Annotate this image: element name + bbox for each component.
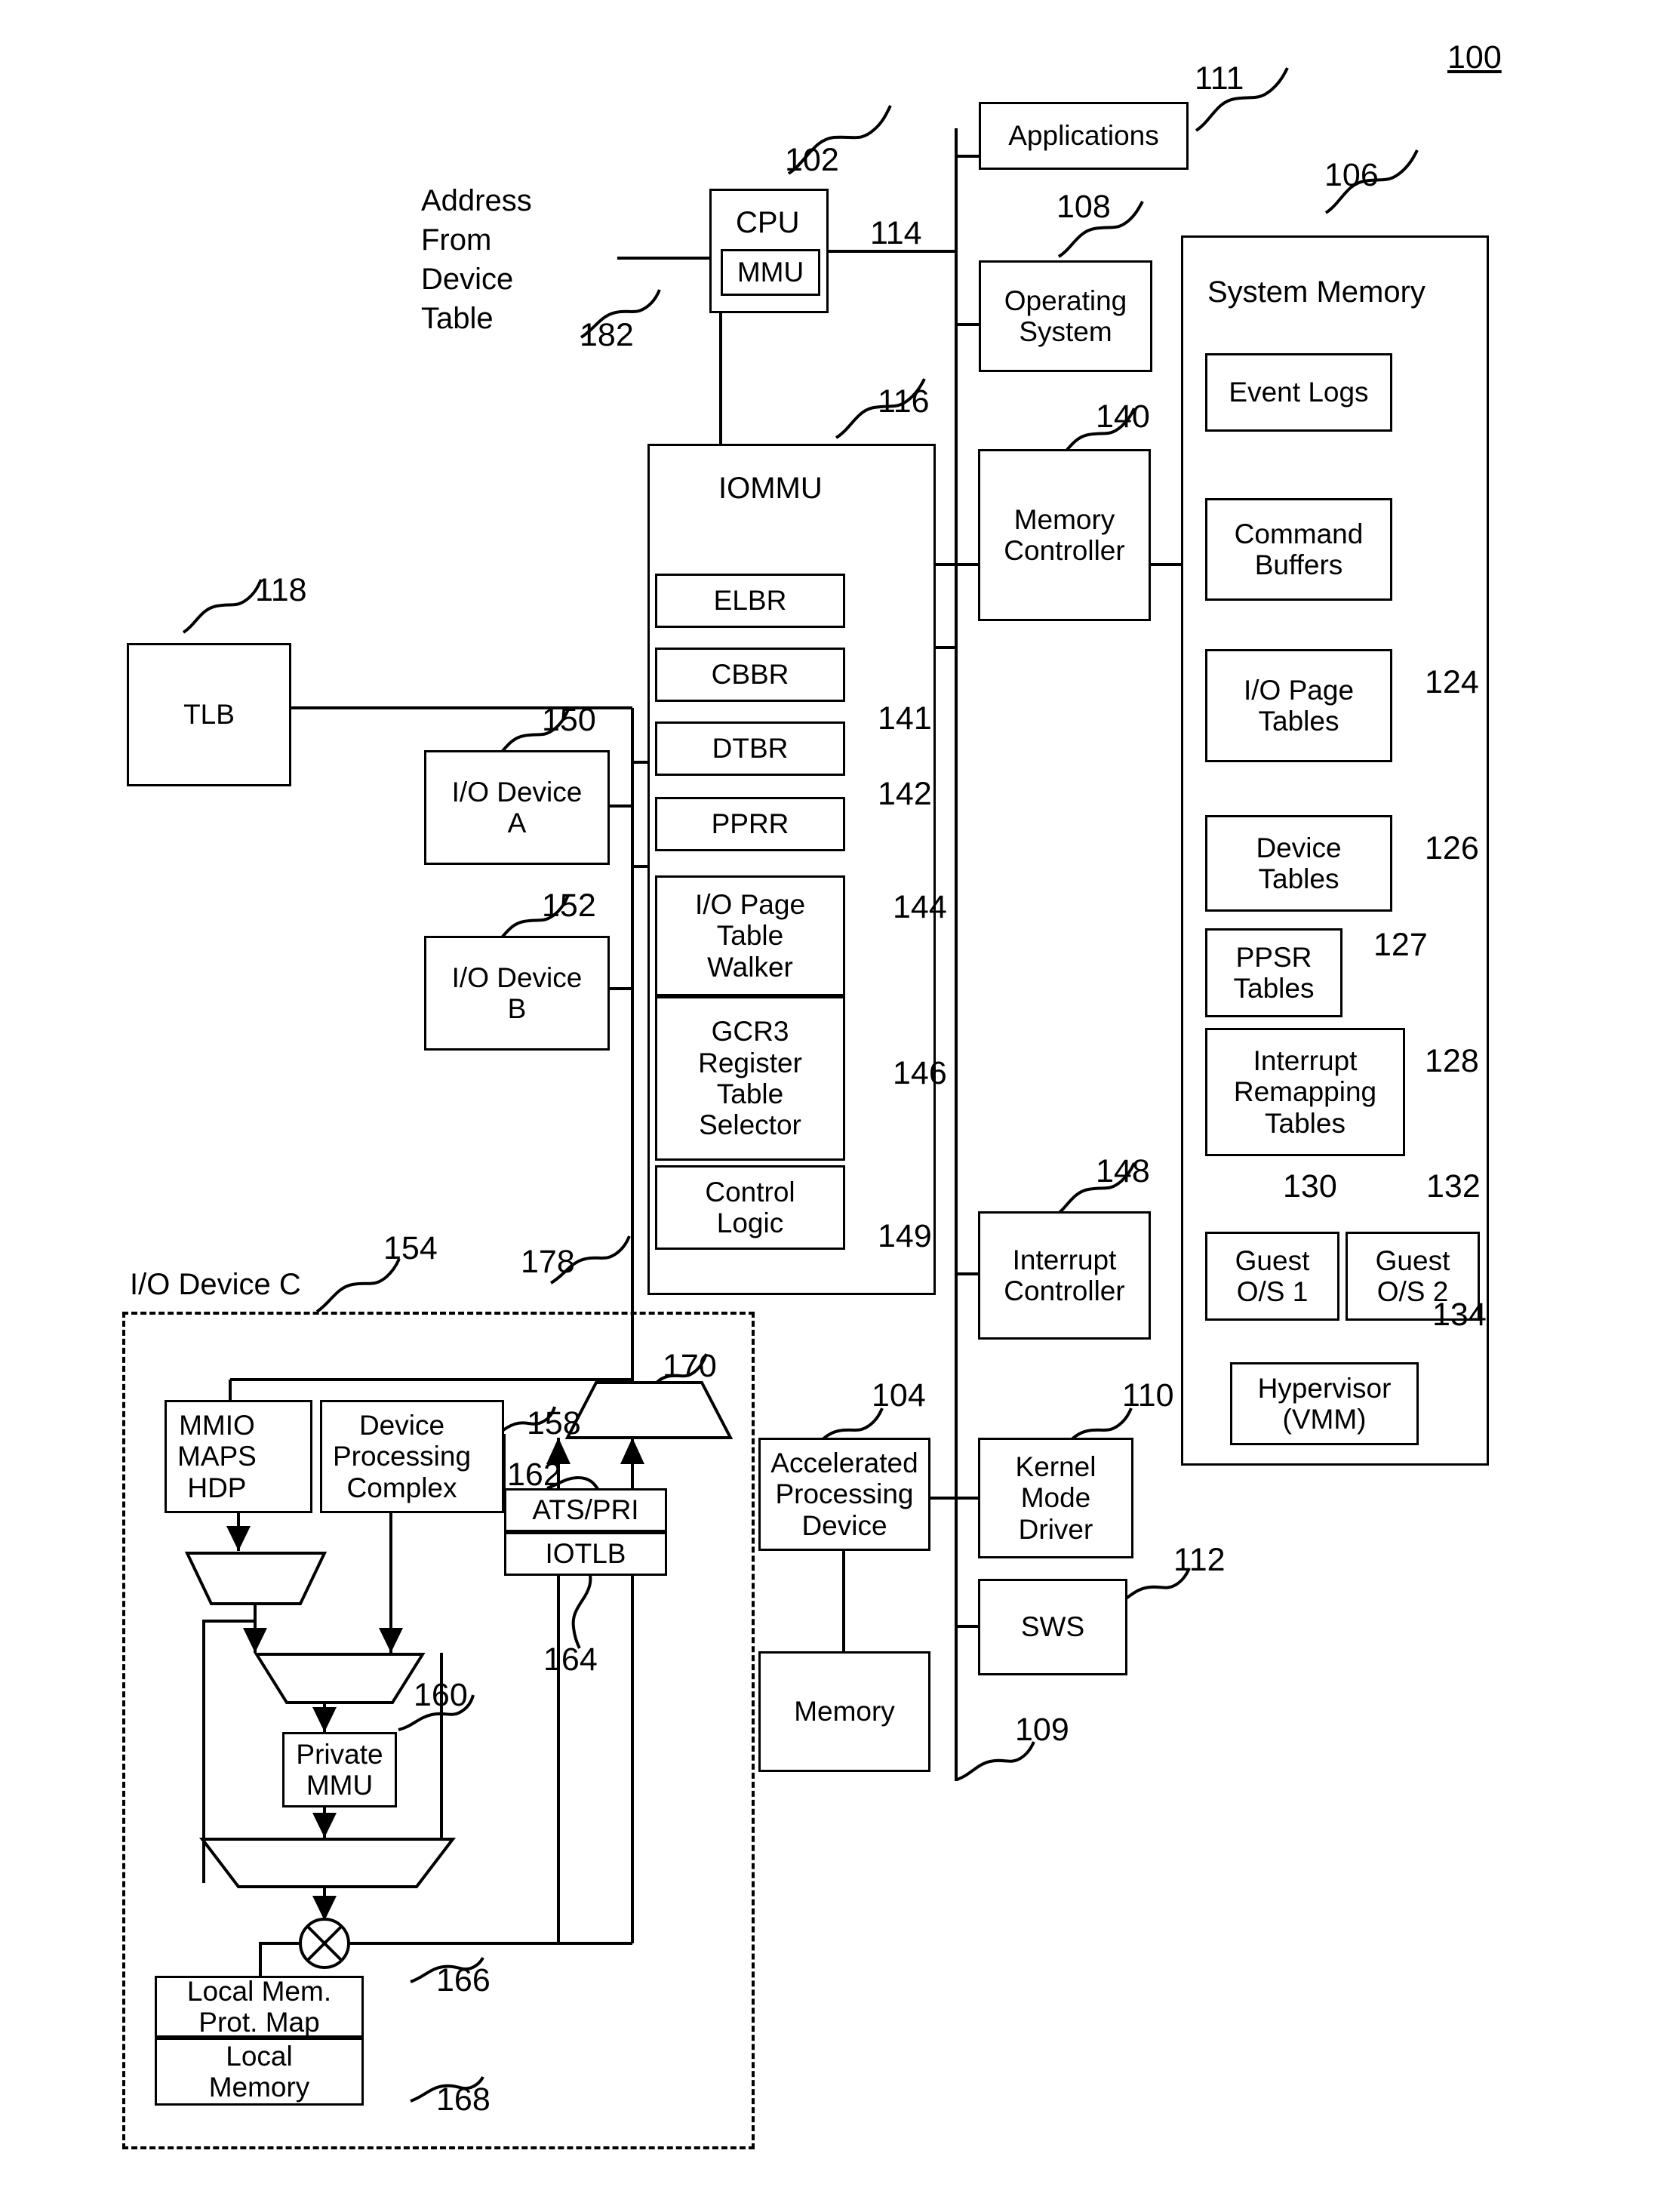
ref-102: 102 bbox=[785, 142, 839, 178]
ref-126: 126 bbox=[1425, 830, 1479, 866]
ref-168: 168 bbox=[436, 2081, 491, 2118]
ref-112: 112 bbox=[1173, 1542, 1226, 1578]
device-processing-complex-block[interactable]: Device Processing Complex bbox=[320, 1400, 504, 1513]
ats-pri-block[interactable]: ATS/PRI bbox=[504, 1488, 667, 1532]
ref-128: 128 bbox=[1425, 1043, 1479, 1079]
ref-164: 164 bbox=[543, 1641, 598, 1678]
kernel-mode-driver-block[interactable]: Kernel Mode Driver bbox=[978, 1438, 1133, 1558]
pprr-block[interactable]: PPRR bbox=[655, 797, 845, 851]
io-device-c-label: I/O Device C bbox=[130, 1268, 301, 1301]
local-mem-prot-map-block[interactable]: Local Mem. Prot. Map bbox=[155, 1976, 364, 2038]
figure-number: 100 bbox=[1447, 39, 1502, 75]
memory-controller-block[interactable]: Memory Controller bbox=[978, 449, 1151, 621]
ref-118: 118 bbox=[255, 572, 307, 608]
ref-132: 132 bbox=[1426, 1168, 1481, 1204]
iotlb-block[interactable]: IOTLB bbox=[504, 1532, 667, 1576]
ref-110: 110 bbox=[1122, 1377, 1174, 1414]
ref-178: 178 bbox=[521, 1244, 575, 1280]
applications-block[interactable]: Applications bbox=[979, 102, 1189, 170]
cpu-label: CPU bbox=[736, 206, 800, 239]
command-buffers-block[interactable]: Command Buffers bbox=[1205, 498, 1392, 601]
ref-162: 162 bbox=[507, 1457, 561, 1493]
ref-144: 144 bbox=[893, 889, 947, 925]
private-mmu-block[interactable]: Private MMU bbox=[282, 1732, 397, 1807]
ref-114: 114 bbox=[870, 215, 922, 251]
elbr-block[interactable]: ELBR bbox=[655, 574, 845, 628]
ref-182: 182 bbox=[580, 317, 634, 353]
ref-116: 116 bbox=[878, 383, 930, 420]
ref-166: 166 bbox=[436, 1962, 491, 1998]
ref-160: 160 bbox=[414, 1677, 468, 1713]
operating-system-block[interactable]: Operating System bbox=[979, 260, 1152, 372]
io-device-b-block[interactable]: I/O Device B bbox=[424, 936, 610, 1051]
ref-106: 106 bbox=[1324, 157, 1379, 193]
gcr3-register-table-selector-block[interactable]: GCR3 Register Table Selector bbox=[655, 996, 845, 1161]
ref-150: 150 bbox=[542, 702, 596, 738]
control-logic-block[interactable]: Control Logic bbox=[655, 1165, 845, 1250]
ref-130: 130 bbox=[1283, 1168, 1337, 1204]
hypervisor-block[interactable]: Hypervisor (VMM) bbox=[1230, 1362, 1419, 1445]
ref-154: 154 bbox=[383, 1230, 438, 1266]
ref-127: 127 bbox=[1373, 927, 1428, 963]
accelerated-processing-device-block[interactable]: Accelerated Processing Device bbox=[758, 1438, 930, 1551]
figure-canvas: 100 Address From Device Table 182 CPU MM… bbox=[0, 0, 1670, 2212]
ref-141: 141 bbox=[878, 700, 932, 737]
system-memory-label: System Memory bbox=[1207, 275, 1425, 309]
interrupt-remapping-tables-block[interactable]: Interrupt Remapping Tables bbox=[1205, 1028, 1405, 1156]
guest-os-1-block[interactable]: Guest O/S 1 bbox=[1205, 1232, 1339, 1321]
device-tables-block[interactable]: Device Tables bbox=[1205, 815, 1392, 912]
io-page-table-walker-block[interactable]: I/O Page Table Walker bbox=[655, 875, 845, 996]
ref-148: 148 bbox=[1096, 1153, 1150, 1189]
ref-158: 158 bbox=[527, 1405, 581, 1441]
ref-170: 170 bbox=[663, 1348, 717, 1384]
ref-152: 152 bbox=[542, 888, 596, 924]
event-logs-block[interactable]: Event Logs bbox=[1205, 353, 1392, 432]
ref-140: 140 bbox=[1096, 398, 1150, 435]
ref-142: 142 bbox=[878, 776, 932, 812]
ref-134: 134 bbox=[1432, 1297, 1487, 1333]
ref-149: 149 bbox=[878, 1218, 932, 1254]
address-from-device-table-label: Address From Device Table bbox=[421, 184, 532, 335]
ref-124: 124 bbox=[1425, 664, 1479, 700]
mmu-block[interactable]: MMU bbox=[721, 249, 820, 296]
interrupt-controller-block[interactable]: Interrupt Controller bbox=[978, 1211, 1151, 1340]
iommu-label: IOMMU bbox=[718, 472, 823, 505]
dtbr-block[interactable]: DTBR bbox=[655, 721, 845, 776]
ref-146: 146 bbox=[893, 1055, 947, 1091]
ref-108: 108 bbox=[1056, 189, 1111, 225]
apd-memory-block[interactable]: Memory bbox=[758, 1651, 930, 1772]
ref-111: 111 bbox=[1195, 60, 1244, 97]
io-page-tables-block[interactable]: I/O Page Tables bbox=[1205, 649, 1392, 762]
cbbr-block[interactable]: CBBR bbox=[655, 648, 845, 702]
tlb-block[interactable]: TLB bbox=[127, 643, 291, 786]
local-memory-block[interactable]: Local Memory bbox=[155, 2038, 364, 2106]
ref-109: 109 bbox=[1015, 1712, 1069, 1748]
ppsr-tables-block[interactable]: PPSR Tables bbox=[1205, 928, 1342, 1017]
mmio-maps-hdp-block[interactable]: MMIO MAPS HDP bbox=[165, 1400, 312, 1513]
io-device-a-block[interactable]: I/O Device A bbox=[424, 750, 610, 865]
sws-block[interactable]: SWS bbox=[978, 1579, 1127, 1675]
ref-104: 104 bbox=[872, 1377, 926, 1414]
